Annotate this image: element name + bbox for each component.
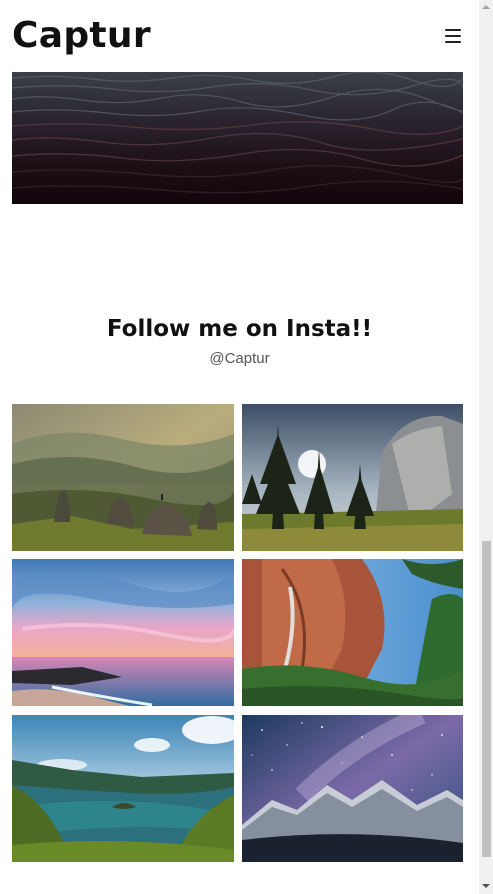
granite-cliff-image <box>242 404 463 551</box>
navbar: Captur <box>0 0 479 72</box>
site-logo[interactable]: Captur <box>12 14 151 58</box>
milky-way-mountains-image <box>242 715 463 862</box>
page-scrollbar[interactable] <box>479 0 493 894</box>
hamburger-icon-bar <box>445 35 461 37</box>
insta-photo-6[interactable] <box>242 715 464 862</box>
scrollbar-thumb[interactable] <box>482 541 491 857</box>
insta-photo-5[interactable] <box>12 715 234 862</box>
insta-photo-3[interactable] <box>12 559 234 706</box>
waterfall-canyon-image <box>242 559 463 706</box>
insta-photo-4[interactable] <box>242 559 464 706</box>
scroll-down-arrow[interactable] <box>482 884 490 888</box>
lake-island-image <box>12 715 234 862</box>
scroll-up-arrow[interactable] <box>482 5 490 9</box>
page: Captur Follow me on Insta!! @Captur <box>0 0 479 894</box>
valley-landscape-image <box>12 404 234 551</box>
instagram-handle-link[interactable]: @Captur <box>0 350 479 367</box>
hamburger-menu-button[interactable] <box>440 25 466 49</box>
sunset-ocean-image <box>12 559 234 706</box>
hero-image-ocean <box>12 72 463 204</box>
insta-photo-1[interactable] <box>12 404 234 551</box>
hamburger-icon <box>445 29 461 31</box>
hamburger-icon-bar <box>445 41 461 43</box>
ocean-waves-image <box>12 72 463 204</box>
instagram-section-title: Follow me on Insta!! <box>106 316 373 342</box>
insta-photo-2[interactable] <box>242 404 464 551</box>
